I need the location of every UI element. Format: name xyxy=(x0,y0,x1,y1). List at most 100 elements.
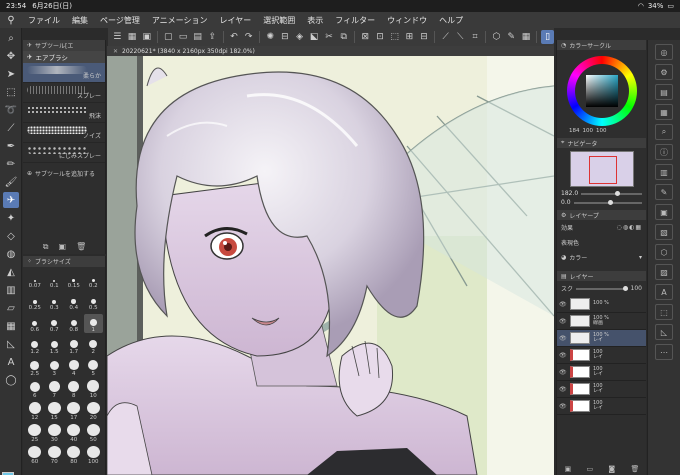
menu-page[interactable]: ページ管理 xyxy=(94,15,146,26)
brush-size-option[interactable]: 1.7 xyxy=(64,336,84,355)
selection-icon[interactable]: ⬚ xyxy=(388,30,401,44)
brush-spray[interactable]: スプレー xyxy=(23,83,105,103)
brush-size-option[interactable]: 0.2 xyxy=(84,270,104,289)
brush-size-option[interactable]: 0.7 xyxy=(45,314,65,333)
dock-history-icon[interactable]: ▤ xyxy=(655,84,673,100)
smartphone-mode-icon[interactable]: ▯ xyxy=(541,30,554,44)
eye-icon[interactable]: 👁 xyxy=(559,403,567,410)
dock-brush-icon[interactable]: ✎ xyxy=(655,184,673,200)
mask-icon[interactable]: ◙ xyxy=(608,465,615,473)
brush-size-option[interactable]: 4 xyxy=(64,358,84,377)
dock-3d-icon[interactable]: ⬡ xyxy=(655,244,673,260)
menu-layer[interactable]: レイヤー xyxy=(214,15,258,26)
eyedropper-tool-icon[interactable]: ⟋ xyxy=(3,120,19,136)
edit-icon[interactable]: ✎ xyxy=(505,30,518,44)
brush-size-option[interactable]: 0.6 xyxy=(25,314,45,333)
dock-swatch-icon[interactable]: ▨ xyxy=(655,264,673,280)
eye-icon[interactable]: 👁 xyxy=(559,352,567,359)
grid-icon[interactable]: ▦ xyxy=(126,30,139,44)
brush-size-option[interactable]: 0.5 xyxy=(84,292,104,311)
undo-icon[interactable]: ↶ xyxy=(228,30,241,44)
brush-size-option[interactable]: 100 xyxy=(84,446,104,465)
clear-icon[interactable]: ⊟ xyxy=(279,30,292,44)
ruler-snap-icon[interactable]: ⟋ xyxy=(439,30,452,44)
eye-icon[interactable]: 👁 xyxy=(559,318,567,325)
menu-window[interactable]: ウィンドウ xyxy=(381,15,433,26)
new-file-icon[interactable]: ▢ xyxy=(162,30,175,44)
zoom-tool-icon[interactable]: ⌕ xyxy=(3,30,19,46)
new-subtool-icon[interactable]: ▣ xyxy=(59,242,67,252)
hamburger-menu-icon[interactable]: ☰ xyxy=(111,30,124,44)
brush-size-option[interactable]: 1 xyxy=(83,314,103,333)
dock-image-icon[interactable]: ▣ xyxy=(655,204,673,220)
special-ruler-icon[interactable]: ⟍ xyxy=(454,30,467,44)
illustration-canvas[interactable] xyxy=(107,56,554,475)
brush-size-option[interactable]: 5 xyxy=(84,358,104,377)
transform-icon[interactable]: ⬕ xyxy=(308,30,321,44)
brush-size-option[interactable]: 0.8 xyxy=(64,314,84,333)
app-logo-icon[interactable]: ⚲ xyxy=(0,15,22,26)
shrink-selection-icon[interactable]: ⊟ xyxy=(418,30,431,44)
brush-size-option[interactable]: 70 xyxy=(45,446,65,465)
layer-row[interactable]: 👁 100 % 線画 xyxy=(557,313,646,330)
rotation-slider[interactable] xyxy=(573,199,642,205)
dock-more-icon[interactable]: ⋯ xyxy=(655,344,673,360)
brush-tool-icon[interactable]: 🖌 xyxy=(3,174,19,190)
balloon-tool-icon[interactable]: ◯ xyxy=(3,372,19,388)
expression-color-select[interactable]: ◕ カラー ▾ xyxy=(557,250,646,265)
brush-size-option[interactable]: 6 xyxy=(25,380,45,399)
pen-tool-icon[interactable]: ✒ xyxy=(3,138,19,154)
lasso-tool-icon[interactable]: ➰ xyxy=(3,102,19,118)
open-file-icon[interactable]: ▭ xyxy=(177,30,190,44)
airbrush-tool-icon[interactable]: ✈ xyxy=(3,192,19,208)
figure-tool-icon[interactable]: ▱ xyxy=(3,300,19,316)
eye-icon[interactable]: 👁 xyxy=(559,386,567,393)
menu-selection[interactable]: 選択範囲 xyxy=(257,15,301,26)
dock-material-icon[interactable]: ▦ xyxy=(655,104,673,120)
new-folder-icon[interactable]: ▭ xyxy=(587,465,594,473)
brush-size-option[interactable]: 2.5 xyxy=(25,358,45,377)
add-subtool-button[interactable]: ⊕ サブツールを追加する xyxy=(23,163,105,184)
brush-size-option[interactable]: 60 xyxy=(25,446,45,465)
brush-size-option[interactable]: 30 xyxy=(45,424,65,443)
layer-row[interactable]: 👁 100 レイ xyxy=(557,364,646,381)
menu-edit[interactable]: 編集 xyxy=(66,15,94,26)
layer-row[interactable]: 👁 100 レイ xyxy=(557,381,646,398)
frame-tool-icon[interactable]: ▦ xyxy=(3,318,19,334)
eye-icon[interactable]: 👁 xyxy=(559,301,567,308)
dock-search-icon[interactable]: ⌕ xyxy=(655,124,673,140)
effect-icons[interactable]: ◌◍◐▦ xyxy=(617,224,642,231)
eye-icon[interactable]: 👁 xyxy=(559,369,567,376)
brush-soft[interactable]: 柔らか xyxy=(23,63,105,83)
brush-size-option[interactable]: 25 xyxy=(25,424,45,443)
copy-subtool-icon[interactable]: ⧉ xyxy=(43,242,49,252)
dock-frame-icon[interactable]: ⬚ xyxy=(655,304,673,320)
layer-row[interactable]: 👁 100 レイ xyxy=(557,398,646,415)
brush-size-option[interactable]: 7 xyxy=(45,380,65,399)
3d-icon[interactable]: ⬡ xyxy=(490,30,503,44)
operation-tool-icon[interactable]: ➤ xyxy=(3,66,19,82)
navigator-thumbnail[interactable] xyxy=(569,151,634,187)
dock-info-icon[interactable]: ⓘ xyxy=(655,144,673,160)
brush-size-option[interactable]: 0.1 xyxy=(45,270,65,289)
blend-tool-icon[interactable]: ◍ xyxy=(3,246,19,262)
menu-filter[interactable]: フィルター xyxy=(329,15,381,26)
canvas-area[interactable]: ✕ 20220621* (3840 x 2160px 350dpi 182.0%… xyxy=(107,46,554,475)
brush-size-option[interactable]: 20 xyxy=(84,402,104,421)
dock-settings-icon[interactable]: ⚙ xyxy=(655,64,673,80)
layer-icon[interactable]: ▦ xyxy=(520,30,533,44)
invert-selection-icon[interactable]: ⊡ xyxy=(374,30,387,44)
loading-icon[interactable]: ✺ xyxy=(264,30,277,44)
deselect-icon[interactable]: ⊠ xyxy=(359,30,372,44)
color-square[interactable] xyxy=(585,75,618,107)
menu-help[interactable]: ヘルプ xyxy=(433,15,469,26)
brush-size-option[interactable]: 1.2 xyxy=(25,336,45,355)
brush-size-option[interactable]: 10 xyxy=(84,380,104,399)
brush-size-option[interactable]: 17 xyxy=(64,402,84,421)
brush-size-option[interactable]: 8 xyxy=(64,380,84,399)
color-wheel[interactable] xyxy=(566,56,637,126)
save-icon[interactable]: ▤ xyxy=(191,30,204,44)
close-tab-icon[interactable]: ✕ xyxy=(113,48,118,55)
eye-icon[interactable]: 👁 xyxy=(559,335,567,342)
opacity-slider[interactable] xyxy=(576,285,629,291)
